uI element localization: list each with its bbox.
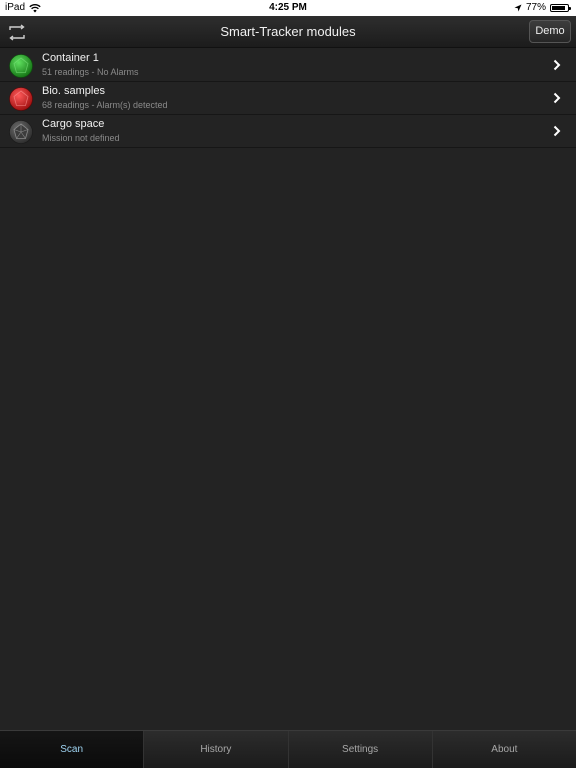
chevron-right-icon bbox=[553, 92, 561, 104]
module-subtitle: 51 readings - No Alarms bbox=[42, 67, 139, 77]
tab-bar: Scan History Settings About bbox=[0, 730, 576, 768]
list-item[interactable]: Container 1 51 readings - No Alarms bbox=[0, 49, 576, 82]
status-red-icon bbox=[9, 87, 33, 111]
nav-bar: Smart-Tracker modules Demo bbox=[0, 16, 576, 48]
tab-about[interactable]: About bbox=[431, 731, 576, 768]
tab-settings[interactable]: Settings bbox=[287, 731, 432, 768]
chevron-right-icon bbox=[553, 59, 561, 71]
status-bar: iPad 4:25 PM 77% bbox=[0, 0, 576, 16]
module-subtitle: 68 readings - Alarm(s) detected bbox=[42, 100, 168, 110]
module-name: Bio. samples bbox=[42, 85, 105, 97]
status-time: 4:25 PM bbox=[269, 2, 307, 13]
tab-history[interactable]: History bbox=[143, 731, 287, 768]
status-gray-icon bbox=[9, 120, 33, 144]
battery-percent: 77% bbox=[525, 2, 546, 13]
status-green-icon bbox=[9, 54, 33, 78]
chevron-right-icon bbox=[553, 125, 561, 137]
module-name: Container 1 bbox=[42, 52, 99, 64]
page-title: Smart-Tracker modules bbox=[220, 24, 356, 39]
battery-icon bbox=[550, 4, 571, 12]
list-item[interactable]: Cargo space Mission not defined bbox=[0, 115, 576, 148]
tab-scan[interactable]: Scan bbox=[0, 731, 144, 768]
modules-list: Container 1 51 readings - No Alarms Bio.… bbox=[0, 49, 576, 148]
module-name: Cargo space bbox=[42, 118, 105, 130]
battery-fill bbox=[552, 6, 566, 10]
module-subtitle: Mission not defined bbox=[42, 133, 120, 143]
list-item[interactable]: Bio. samples 68 readings - Alarm(s) dete… bbox=[0, 82, 576, 115]
location-arrow-icon bbox=[514, 4, 522, 12]
demo-button[interactable]: Demo bbox=[529, 20, 571, 43]
status-right: 77% bbox=[514, 0, 571, 16]
